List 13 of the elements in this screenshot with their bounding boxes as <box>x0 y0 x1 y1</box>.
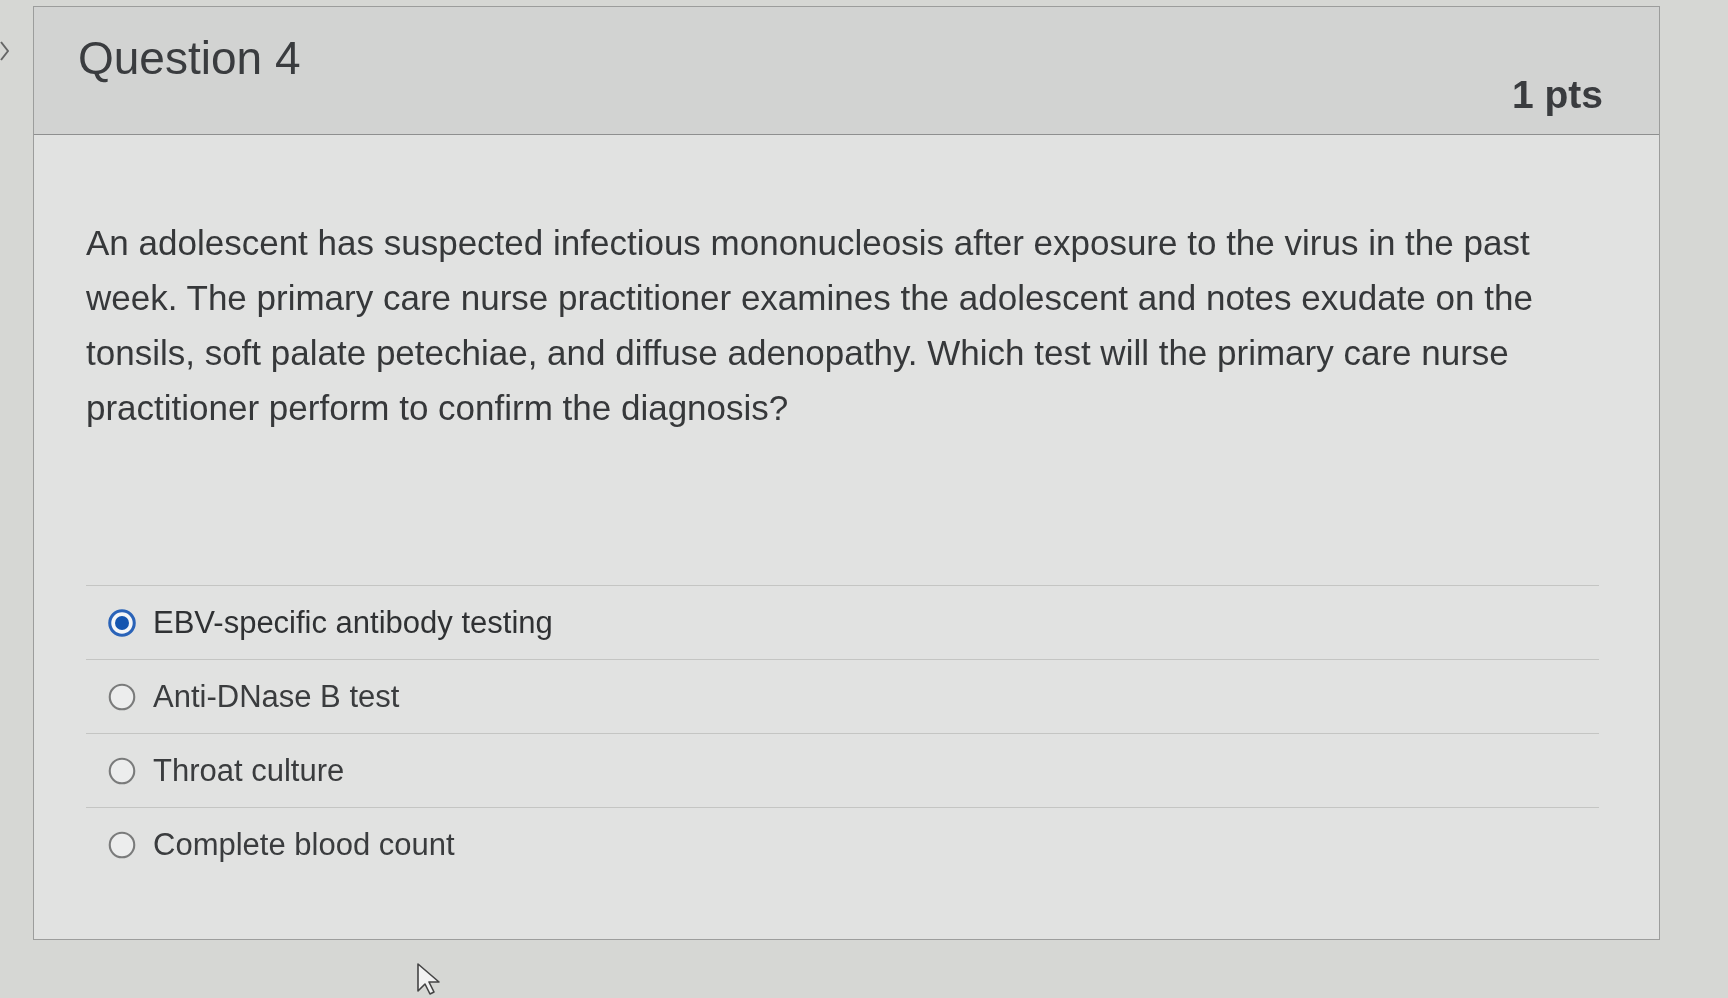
radio-icon[interactable] <box>108 682 136 711</box>
answer-label: EBV-specific antibody testing <box>153 604 553 641</box>
answer-label: Throat culture <box>153 752 345 789</box>
mouse-pointer-icon <box>417 963 443 995</box>
question-text: An adolescent has suspected infectious mononucleosis after exposure to the virus in the past week. The primary care nurse practitioner examines the adolescent and notes exudate on the tonsils, soft palate petechiae, and diffuse adenopathy. Which test will the primary care nurse practitioner perform to confirm the diagnosis? <box>86 222 1534 429</box>
chevron-icon <box>0 40 9 62</box>
selected-radio-icon[interactable] <box>108 608 136 637</box>
points-label: 1 pts <box>1511 73 1603 117</box>
radio-icon[interactable] <box>108 756 136 785</box>
question-title: Question 4 <box>78 31 301 85</box>
radio-icon[interactable] <box>108 830 136 859</box>
answer-label: Complete blood count <box>153 826 455 863</box>
answer-label: Anti-DNase B test <box>153 678 400 715</box>
